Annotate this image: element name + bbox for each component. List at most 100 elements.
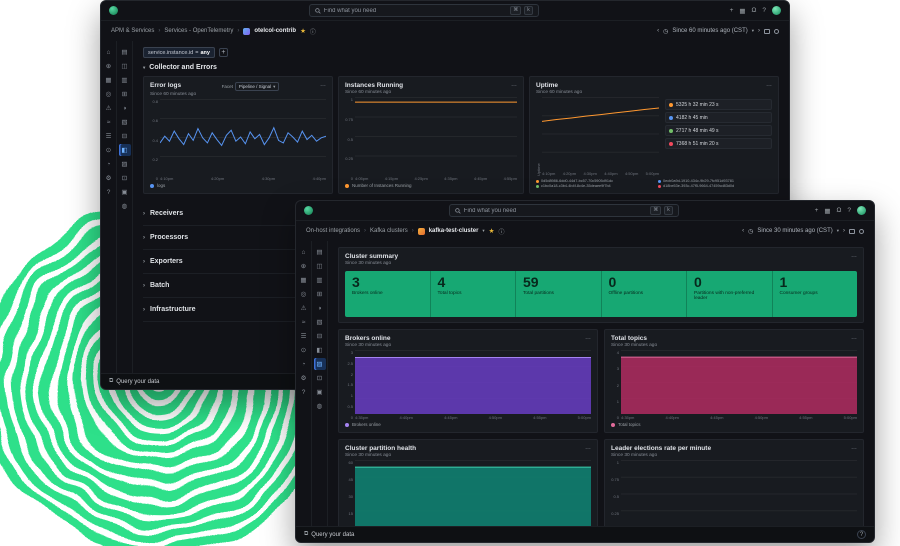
time-back-button[interactable]: ‹ — [657, 28, 659, 34]
favorite-star-icon[interactable]: ★ — [300, 27, 306, 35]
hosts-icon[interactable]: ▥ — [119, 74, 131, 86]
integrations-icon[interactable]: ▨ — [314, 358, 326, 370]
synthetics-icon[interactable]: ⊡ — [119, 172, 131, 184]
help-icon[interactable]: ? — [857, 530, 866, 539]
traces-icon[interactable]: ⊙ — [103, 144, 115, 156]
admin-icon[interactable]: ⚙ — [103, 172, 115, 184]
containers-icon[interactable]: ⊞ — [314, 288, 326, 300]
legend-item[interactable]: 0ecb0a9d-1910-434c-9b29-7fc951d93781 — [658, 179, 772, 183]
dashboards-icon[interactable]: ▦ — [103, 74, 115, 86]
profiles-icon[interactable]: ◔ — [298, 358, 310, 370]
logs-icon[interactable]: ☰ — [103, 130, 115, 142]
apm-icon[interactable]: ◧ — [119, 144, 131, 156]
feedback-icon[interactable]: ◍ — [314, 400, 326, 412]
panel-menu-icon[interactable]: … — [766, 82, 772, 88]
search-input[interactable]: Find what you need ⌘ k — [449, 204, 679, 217]
processes-icon[interactable]: ◑ — [314, 302, 326, 314]
user-avatar[interactable] — [772, 6, 781, 15]
services-icon[interactable]: ◫ — [314, 260, 326, 272]
uptime-value-row[interactable]: 5325 h 32 min 23 s — [665, 99, 772, 110]
uptime-value-row[interactable]: 2717 h 48 min 49 s — [665, 125, 772, 136]
bell-icon[interactable]: Ω — [752, 7, 757, 14]
comment-icon[interactable] — [764, 29, 770, 34]
plus-icon[interactable]: + — [815, 207, 819, 214]
info-icon[interactable]: ⓘ — [499, 227, 505, 236]
synthetics-icon[interactable]: ⊡ — [314, 372, 326, 384]
bell-icon[interactable]: Ω — [837, 207, 842, 214]
panel-menu-icon[interactable]: … — [585, 445, 591, 451]
info-icon[interactable]: ⓘ — [310, 27, 316, 36]
grid-icon[interactable]: ▦ — [824, 207, 830, 215]
panel-menu-icon[interactable]: … — [320, 82, 326, 88]
share-icon[interactable] — [774, 29, 779, 34]
storage-icon[interactable]: ⊟ — [314, 330, 326, 342]
facet-select[interactable]: Pipeline / Signal ▾ — [235, 82, 280, 91]
time-forward-button[interactable]: › — [843, 228, 845, 234]
panel-menu-icon[interactable]: … — [851, 445, 857, 451]
uptime-value-row[interactable]: 4182 h 45 min — [665, 112, 772, 123]
create-icon[interactable]: ⊕ — [298, 260, 310, 272]
traces-icon[interactable]: ⊙ — [298, 344, 310, 356]
processes-icon[interactable]: ◑ — [119, 102, 131, 114]
metrics-icon[interactable]: ≈ — [103, 116, 115, 128]
grid-icon[interactable]: ▦ — [739, 7, 745, 15]
time-back-button[interactable]: ‹ — [742, 228, 744, 234]
help-icon[interactable]: ? — [847, 207, 851, 214]
containers-icon[interactable]: ⊞ — [119, 88, 131, 100]
user-avatar[interactable] — [857, 206, 866, 215]
breadcrumb-apm-services[interactable]: APM & Services — [111, 28, 154, 34]
settings-icon[interactable]: ▣ — [119, 186, 131, 198]
integrations-icon[interactable]: ▨ — [119, 158, 131, 170]
help-icon[interactable]: ? — [103, 186, 115, 198]
query-your-data-button[interactable]: ⧉ Query your data — [109, 378, 159, 385]
grafana-logo[interactable] — [304, 206, 313, 215]
home-icon[interactable]: ⌂ — [103, 46, 115, 58]
time-forward-button[interactable]: › — [758, 28, 760, 34]
explore-icon[interactable]: ◎ — [298, 288, 310, 300]
apm-icon[interactable]: ◧ — [314, 344, 326, 356]
create-icon[interactable]: ⊕ — [103, 60, 115, 72]
network-icon[interactable]: ▧ — [119, 116, 131, 128]
logs-icon[interactable]: ☰ — [298, 330, 310, 342]
explore-icon[interactable]: ◎ — [103, 88, 115, 100]
network-icon[interactable]: ▧ — [314, 316, 326, 328]
time-range-picker[interactable]: Since 60 minutes ago (CST) — [672, 28, 747, 34]
search-input[interactable]: Find what you need ⌘ k — [309, 4, 539, 17]
alerting-icon[interactable]: ⚠ — [298, 302, 310, 314]
breadcrumb-kafka-clusters[interactable]: Kafka clusters — [370, 228, 408, 234]
alerting-icon[interactable]: ⚠ — [103, 102, 115, 114]
metrics-icon[interactable]: ≈ — [298, 316, 310, 328]
feedback-icon[interactable]: ◍ — [119, 200, 131, 212]
section-collector-errors[interactable]: ▾ Collector and Errors — [143, 64, 779, 71]
overview-icon[interactable]: ▤ — [119, 46, 131, 58]
filter-pill[interactable]: service.instance.id = any — [143, 47, 215, 58]
legend-item[interactable]: c1bc0a18-c3b4-4b4f-8c4e-35deaee9f7b4 — [536, 184, 650, 188]
help-icon[interactable]: ? — [762, 7, 766, 14]
profiles-icon[interactable]: ◔ — [103, 158, 115, 170]
settings-icon[interactable]: ▣ — [314, 386, 326, 398]
legend-item[interactable]: d18be53e-393c-47f5-9664-47459cd83d0d — [658, 184, 772, 188]
hosts-icon[interactable]: ▥ — [314, 274, 326, 286]
storage-icon[interactable]: ⊟ — [119, 130, 131, 142]
time-range-picker[interactable]: Since 30 minutes ago (CST) — [757, 228, 832, 234]
breadcrumb-current[interactable]: otelcol-contrib — [254, 28, 296, 34]
panel-menu-icon[interactable]: … — [851, 335, 857, 341]
share-icon[interactable] — [859, 229, 864, 234]
panel-menu-icon[interactable]: … — [585, 335, 591, 341]
grafana-logo[interactable] — [109, 6, 118, 15]
breadcrumb-onhost[interactable]: On-host integrations — [306, 228, 360, 234]
legend-item[interactable]: 0d5d8986-6dd0-44d7-bc57-70c5905d91dc — [536, 179, 650, 183]
dashboards-icon[interactable]: ▦ — [298, 274, 310, 286]
help-icon[interactable]: ? — [298, 386, 310, 398]
favorite-star-icon[interactable]: ★ — [489, 227, 495, 235]
breadcrumb-services-otel[interactable]: Services - OpenTelemetry — [164, 28, 233, 34]
breadcrumb-current[interactable]: kafka-test-cluster — [429, 228, 479, 234]
overview-icon[interactable]: ▤ — [314, 246, 326, 258]
home-icon[interactable]: ⌂ — [298, 246, 310, 258]
panel-menu-icon[interactable]: … — [511, 82, 517, 88]
panel-menu-icon[interactable]: … — [851, 253, 857, 259]
admin-icon[interactable]: ⚙ — [298, 372, 310, 384]
services-icon[interactable]: ◫ — [119, 60, 131, 72]
query-your-data-button[interactable]: ⧉ Query your data — [304, 531, 354, 538]
plus-icon[interactable]: + — [730, 7, 734, 14]
